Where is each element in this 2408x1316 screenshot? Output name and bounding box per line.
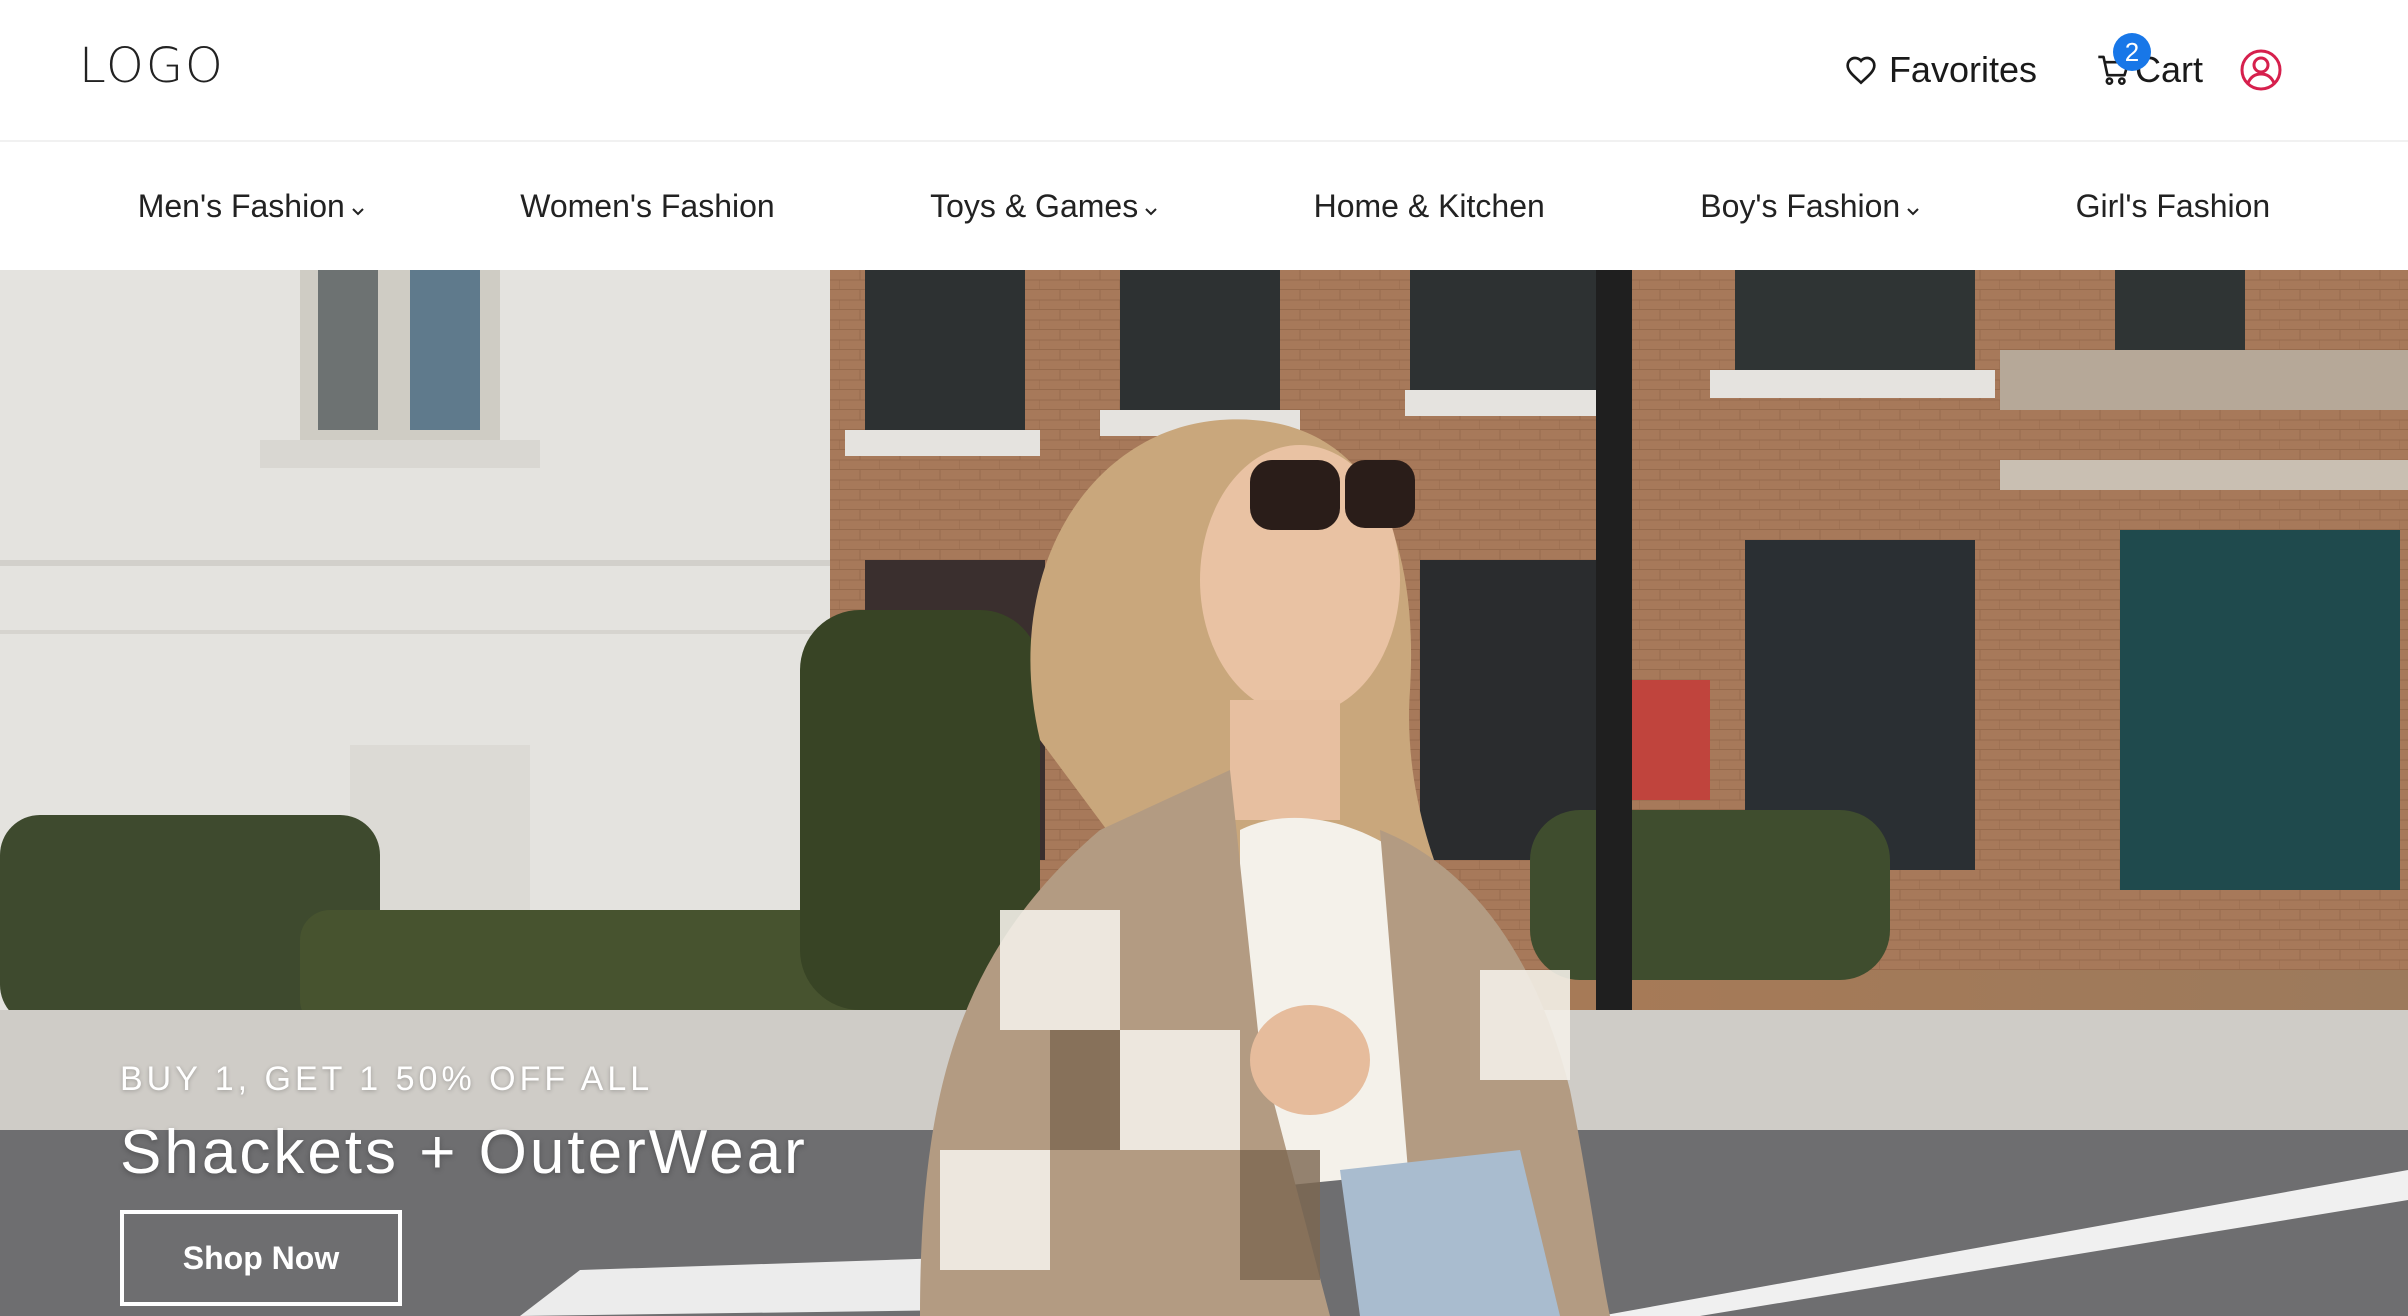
nav-item-label: Toys & Games: [930, 187, 1139, 224]
favorites-label: Favorites: [1888, 49, 2037, 90]
nav-home-kitchen[interactable]: Home & Kitchen: [1314, 188, 1545, 225]
hero-promo-text: BUY 1, GET 1 50% OFF ALL: [120, 1060, 654, 1098]
header-actions: Favorites 2 Cart: [1845, 33, 2283, 104]
category-nav: Men's Fashion Women's Fashion Toys & Gam…: [0, 142, 2408, 270]
nav-girls-fashion[interactable]: Girl's Fashion: [2076, 188, 2271, 225]
site-header: LOGO Favorites 2 Cart: [0, 0, 2408, 142]
hero-headline: Shackets + OuterWear: [120, 1118, 808, 1187]
chevron-down-icon: [1906, 188, 1920, 225]
account-button[interactable]: [2239, 48, 2283, 92]
cart-link[interactable]: 2 Cart: [2097, 33, 2203, 91]
nav-mens-fashion[interactable]: Men's Fashion: [138, 188, 365, 225]
chevron-down-icon: [351, 188, 365, 225]
nav-item-label: Men's Fashion: [137, 187, 345, 224]
hero-banner: BUY 1, GET 1 50% OFF ALL Shackets + Oute…: [0, 270, 2408, 1316]
chevron-down-icon: [1144, 188, 1158, 225]
nav-item-label: Girl's Fashion: [2075, 187, 2271, 224]
nav-womens-fashion[interactable]: Women's Fashion: [520, 188, 775, 225]
favorites-link[interactable]: Favorites: [1845, 49, 2037, 91]
nav-item-label: Home & Kitchen: [1313, 187, 1545, 224]
shop-now-button[interactable]: Shop Now: [120, 1210, 402, 1306]
cart-count-badge: 2: [2112, 33, 2151, 71]
site-logo[interactable]: LOGO: [79, 38, 225, 94]
user-circle-icon: [2239, 48, 2283, 92]
nav-boys-fashion[interactable]: Boy's Fashion: [1700, 188, 1920, 225]
heart-icon: [1845, 55, 1877, 85]
nav-item-label: Women's Fashion: [520, 187, 775, 224]
nav-toys-games[interactable]: Toys & Games: [930, 188, 1158, 225]
hero-text-block: BUY 1, GET 1 50% OFF ALL Shackets + Oute…: [120, 1060, 808, 1306]
nav-item-label: Boy's Fashion: [1700, 187, 1901, 224]
